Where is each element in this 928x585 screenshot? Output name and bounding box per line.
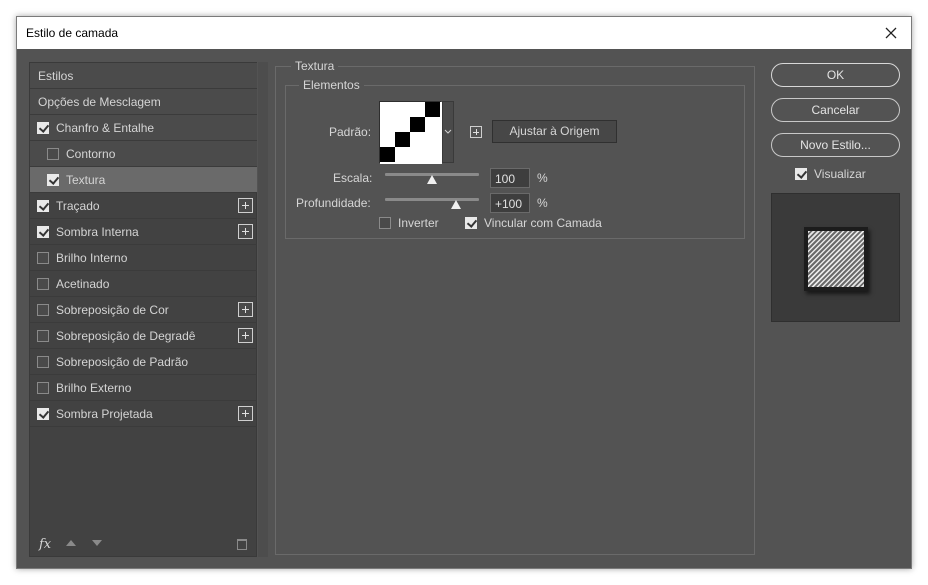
invert-label: Inverter [398, 216, 439, 230]
ok-button[interactable]: OK [771, 63, 900, 87]
sidebar-item-label: Sombra Interna [56, 225, 139, 239]
preview-checkbox[interactable] [795, 168, 807, 180]
sidebar-item-inner-glow[interactable]: Brilho Interno [30, 245, 257, 271]
outer-glow-checkbox[interactable] [37, 382, 49, 394]
new-preset-icon[interactable] [470, 126, 482, 138]
sidebar-item-label: Opções de Mesclagem [38, 95, 161, 109]
trash-icon[interactable] [237, 539, 247, 550]
contour-checkbox[interactable] [47, 148, 59, 160]
invert-checkbox[interactable] [379, 217, 391, 229]
stroke-checkbox[interactable] [37, 200, 49, 212]
add-color-overlay-icon[interactable] [238, 302, 253, 317]
snap-to-origin-button[interactable]: Ajustar à Origem [492, 120, 617, 143]
style-list-toolbar: fx [29, 532, 265, 558]
link-with-layer-label: Vincular com Camada [484, 216, 602, 230]
sidebar-item-outer-glow[interactable]: Brilho Externo [30, 375, 257, 401]
sidebar-item-blending-options[interactable]: Opções de Mesclagem [30, 89, 257, 115]
add-gradient-overlay-icon[interactable] [238, 328, 253, 343]
sidebar-item-label: Sobreposição de Padrão [56, 355, 189, 369]
sidebar-item-label: Sombra Projetada [56, 407, 153, 421]
preview-thumbnail [804, 227, 868, 291]
sidebar-item-satin[interactable]: Acetinado [30, 271, 257, 297]
style-list-scrollbar[interactable] [258, 62, 268, 557]
sidebar-item-label: Brilho Interno [56, 251, 128, 265]
inner-shadow-checkbox[interactable] [37, 226, 49, 238]
pattern-overlay-checkbox[interactable] [37, 356, 49, 368]
scale-label: Escala: [333, 171, 373, 185]
inner-glow-checkbox[interactable] [37, 252, 49, 264]
scale-slider-thumb[interactable] [427, 175, 437, 184]
sidebar-item-drop-shadow[interactable]: Sombra Projetada [30, 401, 257, 427]
pattern-swatch[interactable] [379, 101, 442, 164]
fx-icon[interactable]: fx [39, 537, 51, 552]
depth-slider-thumb[interactable] [450, 200, 461, 209]
gradient-overlay-checkbox[interactable] [37, 330, 49, 342]
link-with-layer-checkbox[interactable] [465, 217, 477, 229]
preview-label: Visualizar [814, 167, 866, 181]
sidebar-item-label: Estilos [38, 69, 74, 83]
sidebar-item-contour[interactable]: Contorno [30, 141, 257, 167]
sidebar-item-label: Contorno [66, 147, 116, 161]
pattern-preview [380, 102, 442, 164]
elements-group-title: Elementos [299, 78, 364, 92]
layer-style-dialog: Estilo de camada Estilos Opções de Mescl… [16, 16, 912, 569]
drop-shadow-checkbox[interactable] [37, 408, 49, 420]
dialog-title: Estilo de camada [26, 26, 119, 40]
satin-checkbox[interactable] [37, 278, 49, 290]
move-down-icon[interactable] [92, 540, 102, 546]
sidebar-item-label: Traçado [56, 199, 100, 213]
texture-checkbox[interactable] [47, 174, 59, 186]
style-preview [771, 193, 900, 322]
move-up-icon[interactable] [66, 540, 76, 546]
sidebar-item-color-overlay[interactable]: Sobreposição de Cor [30, 297, 257, 323]
sidebar-item-styles[interactable]: Estilos [30, 63, 257, 89]
color-overlay-checkbox[interactable] [37, 304, 49, 316]
bevel-emboss-checkbox[interactable] [37, 122, 49, 134]
chevron-down-icon [444, 129, 452, 134]
sidebar-item-stroke[interactable]: Traçado [30, 193, 257, 219]
add-inner-shadow-icon[interactable] [238, 224, 253, 239]
scale-unit: % [537, 171, 548, 185]
sidebar-item-label: Acetinado [56, 277, 110, 291]
style-list: Estilos Opções de Mesclagem Chanfro & En… [29, 62, 257, 557]
close-icon[interactable] [881, 23, 901, 43]
texture-section-title: Textura [291, 59, 339, 73]
title-bar: Estilo de camada [17, 17, 911, 49]
depth-unit: % [537, 196, 548, 210]
depth-field[interactable]: +100 [490, 193, 530, 213]
sidebar-item-bevel-emboss[interactable]: Chanfro & Entalhe [30, 115, 257, 141]
sidebar-item-label: Sobreposição de Cor [56, 303, 169, 317]
sidebar-item-inner-shadow[interactable]: Sombra Interna [30, 219, 257, 245]
depth-slider-track[interactable] [385, 198, 479, 201]
depth-label: Profundidade: [296, 196, 371, 210]
pattern-label: Padrão: [329, 125, 372, 139]
new-style-button[interactable]: Novo Estilo... [771, 133, 900, 157]
scale-field[interactable]: 100 [490, 168, 530, 188]
sidebar-item-pattern-overlay[interactable]: Sobreposição de Padrão [30, 349, 257, 375]
sidebar-item-gradient-overlay[interactable]: Sobreposição de Degradê [30, 323, 257, 349]
pattern-picker-button[interactable] [442, 101, 454, 163]
sidebar-item-label: Brilho Externo [56, 381, 132, 395]
sidebar-item-label: Textura [66, 173, 106, 187]
add-drop-shadow-icon[interactable] [238, 406, 253, 421]
sidebar-item-label: Chanfro & Entalhe [56, 121, 155, 135]
cancel-button[interactable]: Cancelar [771, 98, 900, 122]
add-stroke-icon[interactable] [238, 198, 253, 213]
sidebar-item-texture[interactable]: Textura [30, 167, 257, 193]
sidebar-item-label: Sobreposição de Degradê [56, 329, 196, 343]
